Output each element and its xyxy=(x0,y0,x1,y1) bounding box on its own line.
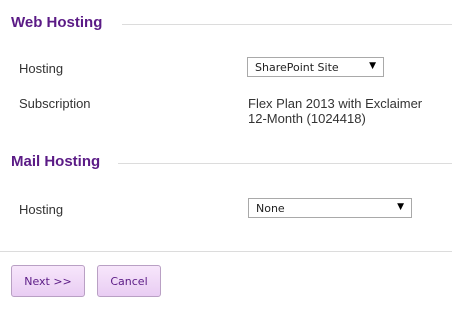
web-hosting-select-value: SharePoint Site xyxy=(255,61,339,74)
subscription-label: Subscription xyxy=(19,96,91,111)
next-button[interactable]: Next >> xyxy=(11,265,85,297)
mail-hosting-header: Mail Hosting xyxy=(0,153,452,173)
web-hosting-label: Hosting xyxy=(19,61,64,76)
mail-hosting-select-value: None xyxy=(256,202,285,215)
mail-hosting-select[interactable]: None ▼ xyxy=(248,198,412,218)
mail-hosting-divider xyxy=(118,163,452,164)
footer-divider xyxy=(0,251,452,252)
web-hosting-divider xyxy=(122,24,452,25)
chevron-down-icon: ▼ xyxy=(397,202,404,212)
subscription-term: 12-Month (1024418) xyxy=(248,111,366,126)
mail-hosting-title: Mail Hosting xyxy=(11,153,101,170)
subscription-plan: Flex Plan 2013 with Exclaimer xyxy=(248,96,423,111)
web-hosting-select[interactable]: SharePoint Site ▼ xyxy=(247,57,384,77)
mail-hosting-label: Hosting xyxy=(19,202,64,217)
subscription-value: Flex Plan 2013 with Exclaimer 12-Month (… xyxy=(248,96,422,126)
cancel-button[interactable]: Cancel xyxy=(97,265,161,297)
chevron-down-icon: ▼ xyxy=(369,61,376,71)
web-hosting-title: Web Hosting xyxy=(11,14,103,31)
web-hosting-header: Web Hosting xyxy=(0,14,452,34)
